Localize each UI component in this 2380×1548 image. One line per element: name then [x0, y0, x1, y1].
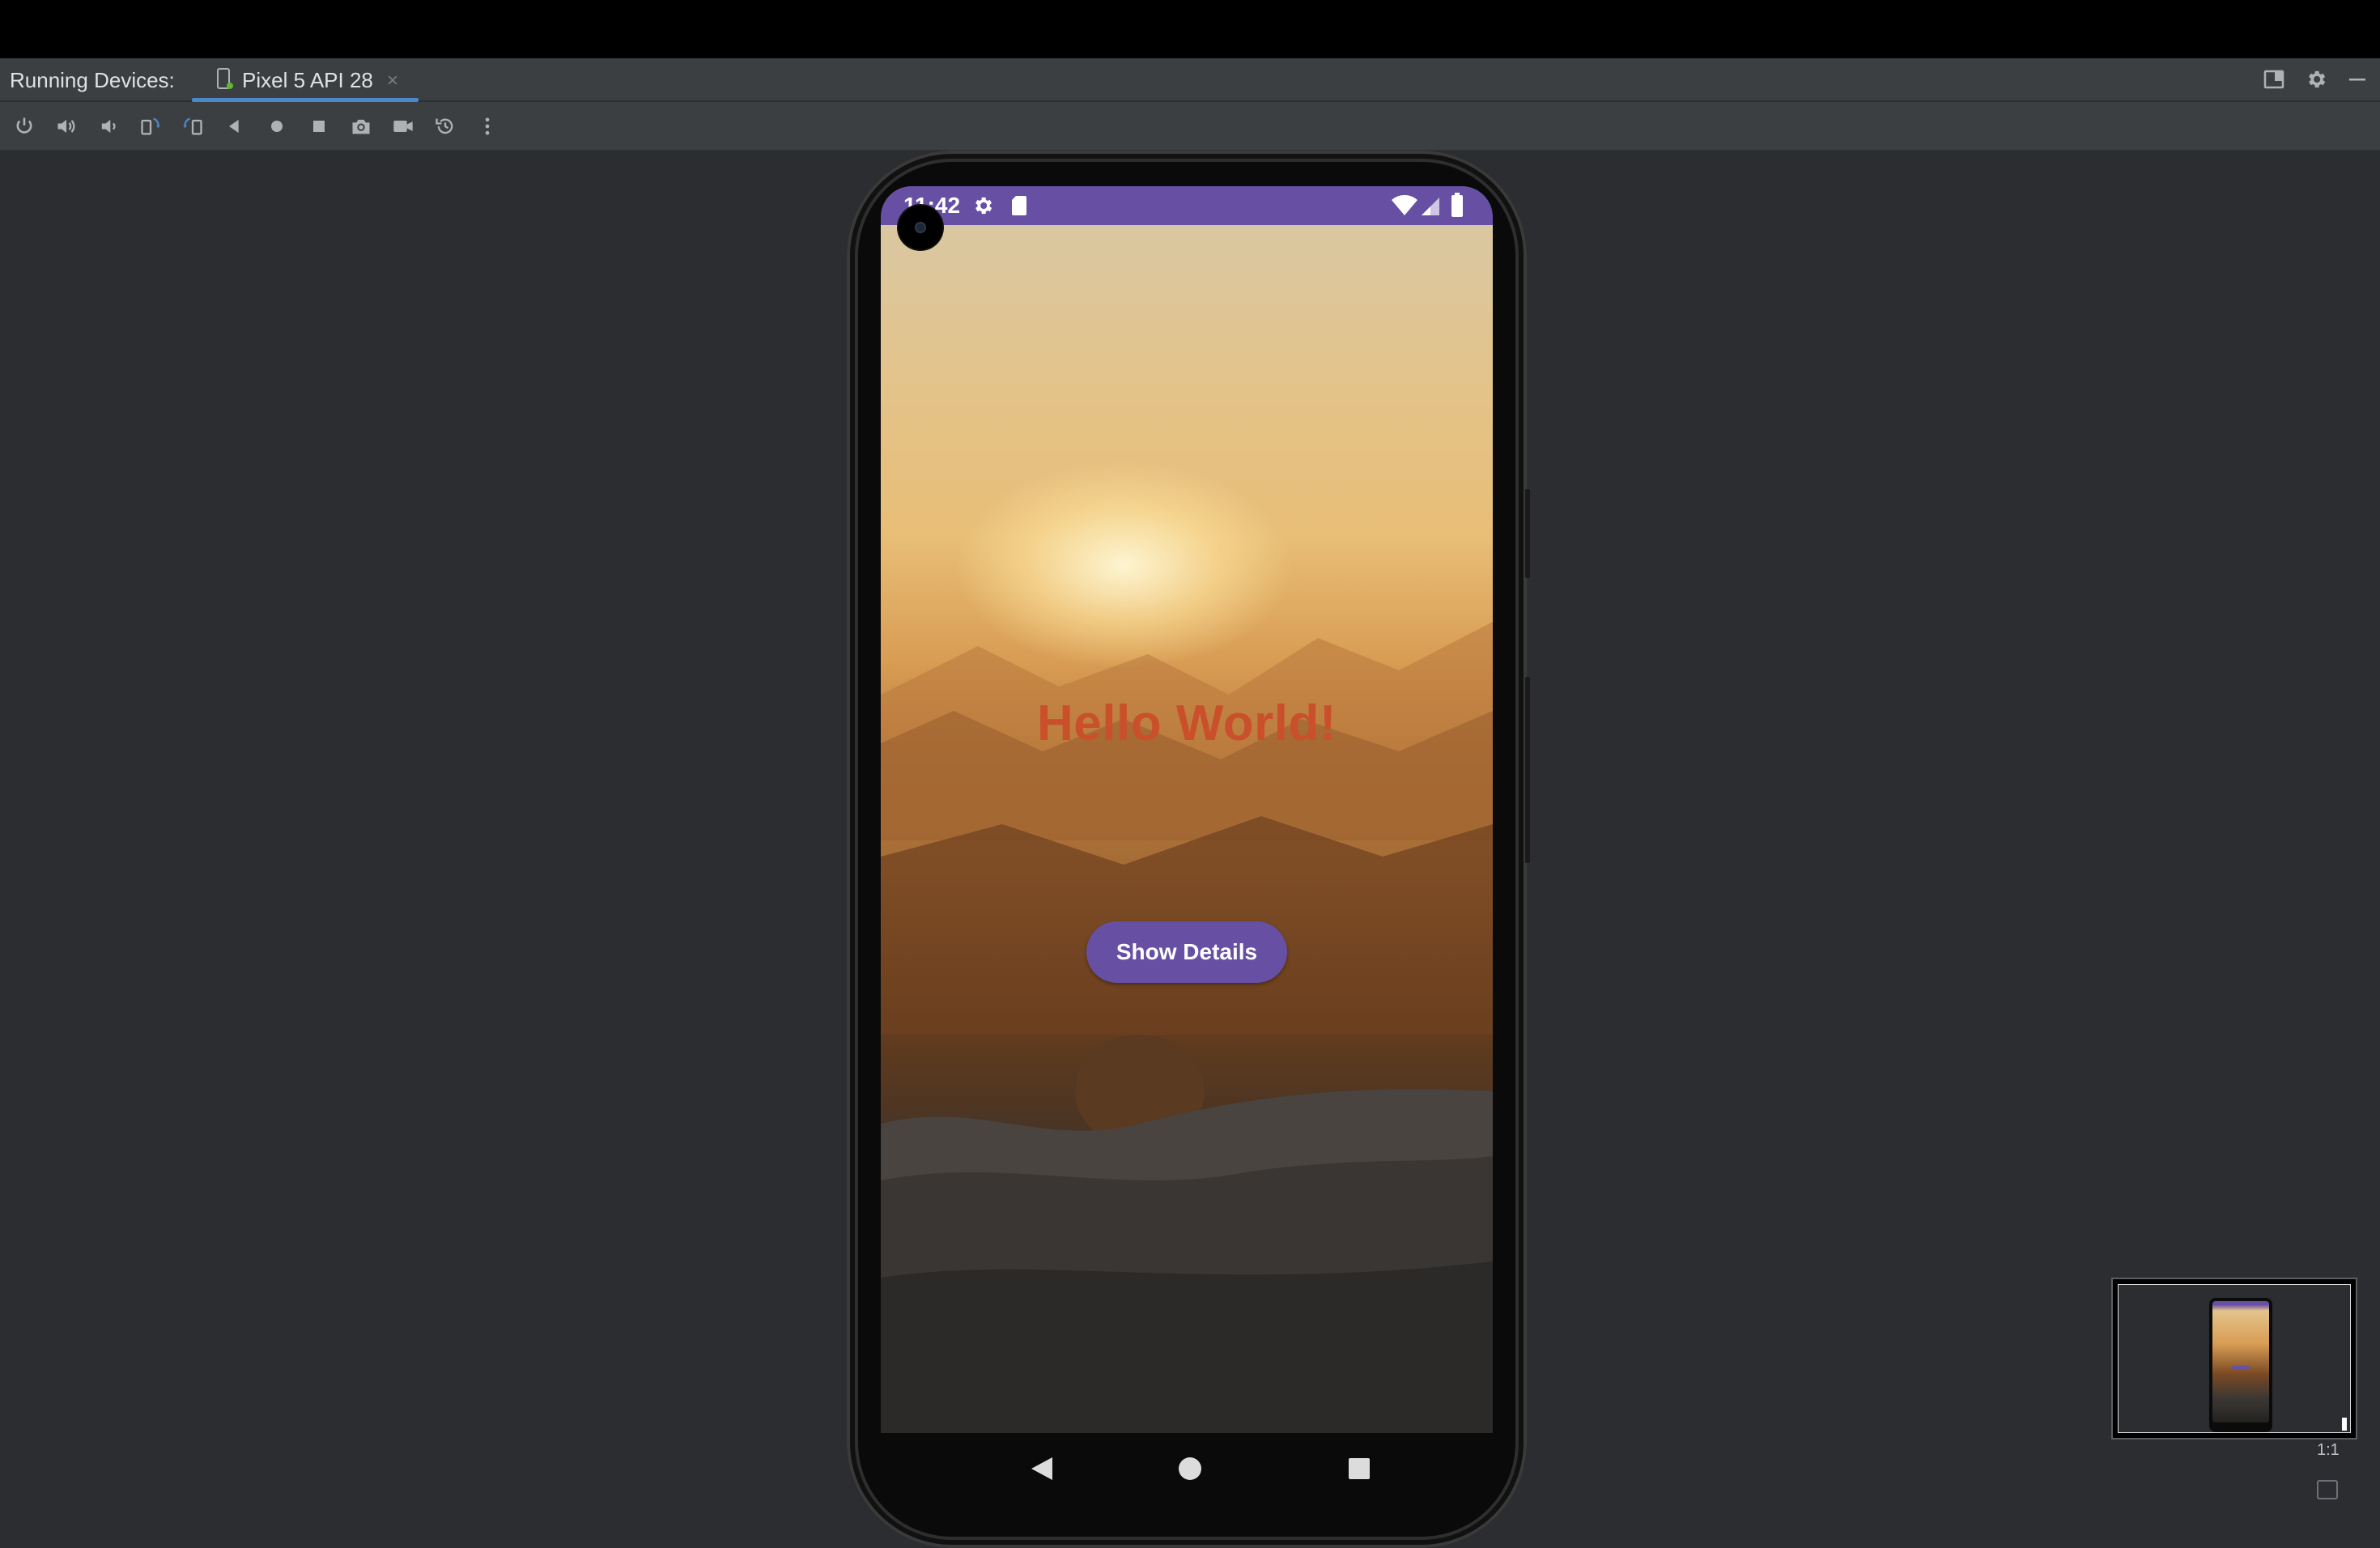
- device-minimap[interactable]: [2111, 1278, 2357, 1440]
- gear-icon[interactable]: [2305, 68, 2327, 91]
- wifi-icon: [1392, 194, 1417, 215]
- overview-icon[interactable]: [306, 113, 332, 139]
- home-icon[interactable]: [264, 113, 290, 139]
- layout-icon[interactable]: [2263, 68, 2285, 91]
- nav-home-icon[interactable]: [1179, 1457, 1201, 1480]
- minimap-phone: [2209, 1298, 2272, 1432]
- minimap-viewport: [2118, 1284, 2351, 1433]
- volume-down-icon[interactable]: [96, 113, 121, 139]
- back-icon[interactable]: [222, 113, 248, 139]
- hello-world-text: Hello World!: [1037, 695, 1337, 751]
- tab-label: Pixel 5 API 28: [242, 68, 373, 92]
- nav-back-icon[interactable]: [1031, 1457, 1052, 1480]
- rotate-left-icon[interactable]: [138, 113, 164, 139]
- show-details-button[interactable]: Show Details: [1086, 921, 1287, 983]
- nav-recents-icon[interactable]: [1349, 1458, 1370, 1479]
- hill-layer: [881, 816, 1493, 1035]
- rotate-right-icon[interactable]: [180, 113, 206, 139]
- reset-icon[interactable]: [432, 113, 458, 139]
- title-bar: [0, 0, 2380, 58]
- tab-pixel-5-api-28[interactable]: Pixel 5 API 28 ×: [192, 58, 419, 102]
- gear-icon: [975, 197, 992, 215]
- signal-icon: [1422, 198, 1439, 215]
- power-icon[interactable]: [11, 113, 37, 139]
- running-devices-tabbar: Running Devices: Pixel 5 API 28 ×: [0, 58, 2380, 102]
- device-toolbar: [0, 102, 2380, 151]
- device-screen[interactable]: 11:42 Hello World! Show Details: [881, 186, 1493, 1433]
- record-icon[interactable]: [390, 113, 416, 139]
- front-camera: [899, 206, 942, 249]
- rock-foreground: [881, 1035, 1493, 1433]
- minimize-icon[interactable]: [2346, 68, 2369, 91]
- device-frame: 11:42 Hello World! Show Details: [847, 151, 1530, 1548]
- status-bar: 11:42: [881, 186, 1493, 225]
- minimap-scroll-indicator: [2342, 1418, 2347, 1431]
- phone-volume-button: [1525, 677, 1530, 863]
- zoom-1-1-button[interactable]: 1:1: [2317, 1441, 2340, 1460]
- close-icon[interactable]: ×: [387, 70, 398, 92]
- wallpaper-image: Hello World! Show Details: [881, 225, 1493, 1433]
- navigation-bar: [881, 1433, 1493, 1498]
- running-devices-label: Running Devices:: [10, 68, 175, 92]
- device-icon: [217, 68, 233, 89]
- fit-screen-icon[interactable]: [2317, 1480, 2338, 1499]
- sd-card-icon: [1012, 196, 1026, 215]
- minimap-button: [2232, 1366, 2250, 1370]
- volume-up-icon[interactable]: [53, 113, 79, 139]
- more-icon[interactable]: [474, 113, 500, 139]
- minimap-screen: [2212, 1301, 2269, 1423]
- phone-power-button: [1525, 489, 1530, 578]
- battery-icon: [1451, 193, 1463, 217]
- screenshot-icon[interactable]: [348, 113, 374, 139]
